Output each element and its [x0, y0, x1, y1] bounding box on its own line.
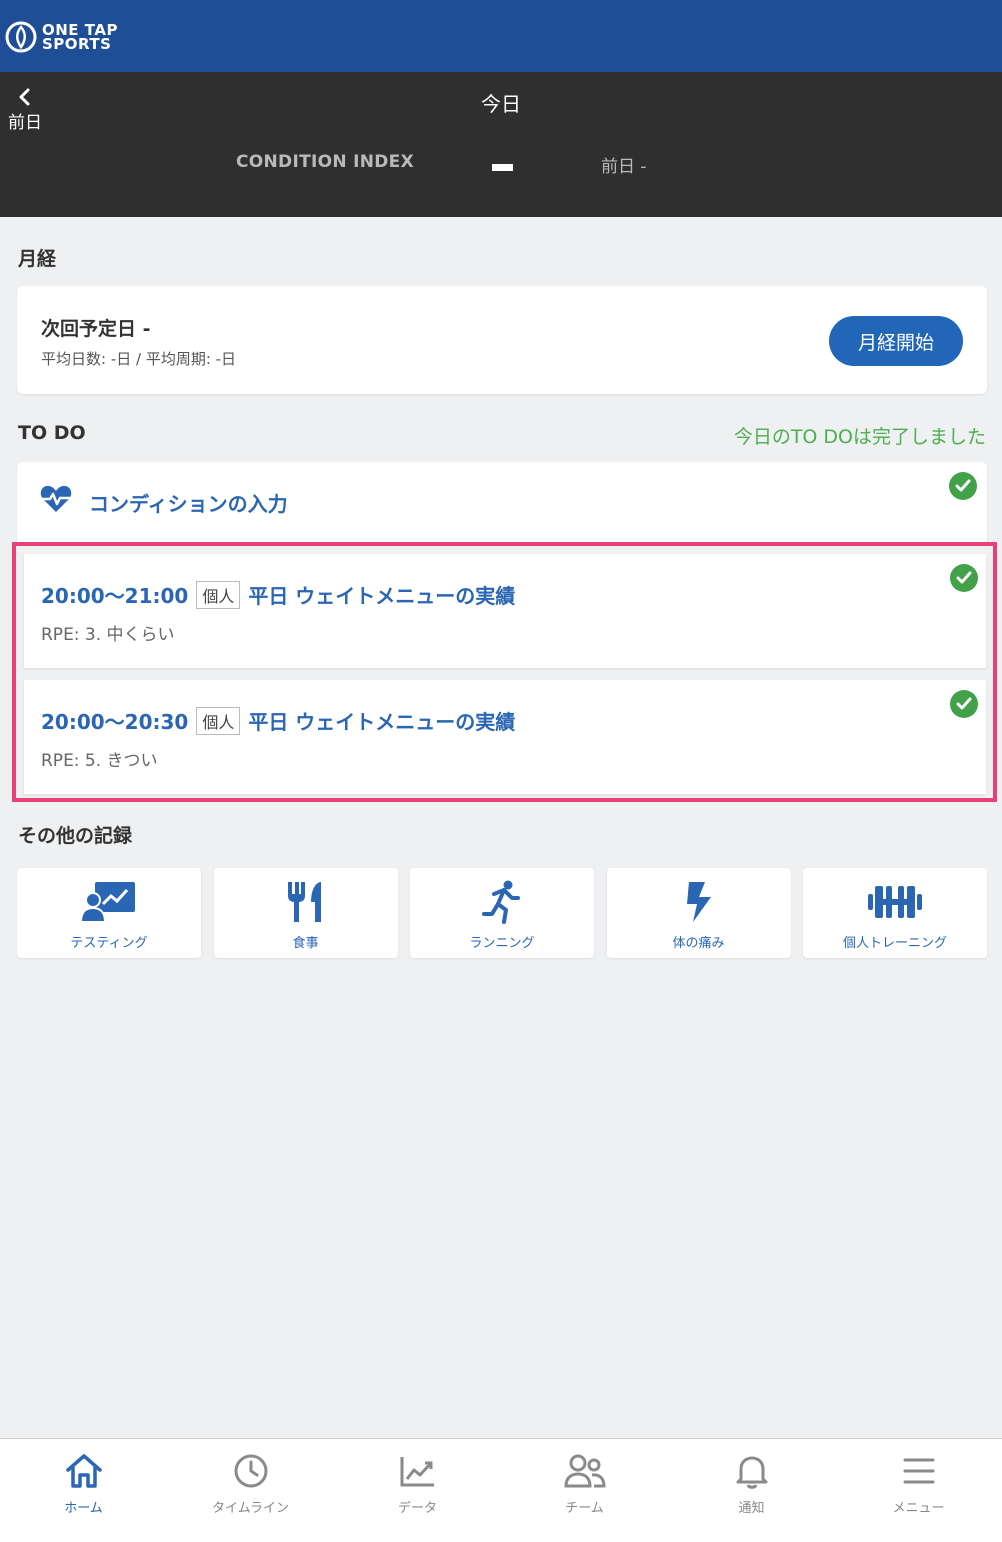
nav-home[interactable]: ホーム: [0, 1439, 167, 1542]
app-logo[interactable]: ONE TAP SPORTS: [4, 20, 118, 54]
bottom-nav: ホーム タイムライン データ チーム 通知 メニュー: [0, 1438, 1002, 1542]
record-tile-testing[interactable]: テスティング: [17, 868, 201, 958]
training-title-line: 20:00〜20:30 個人 平日 ウェイトメニューの実績: [41, 706, 515, 735]
todo-section-title: TO DO: [18, 422, 86, 444]
record-label: 個人トレーニング: [842, 936, 947, 951]
nav-label: メニュー: [892, 1501, 945, 1516]
condition-input-label: コンディションの入力: [89, 492, 288, 516]
condition-index-label: CONDITION INDEX: [236, 152, 414, 172]
training-time: 20:00〜20:30: [41, 710, 189, 734]
dumbbell-icon: [868, 886, 922, 918]
check-circle-icon: [949, 472, 977, 500]
bell-icon: [736, 1456, 767, 1489]
chart-icon: [400, 1457, 434, 1487]
nav-menu[interactable]: メニュー: [835, 1439, 1002, 1542]
day-header: 前日 今日 CONDITION INDEX 前日 -: [0, 72, 1002, 217]
nav-label: ホーム: [64, 1501, 103, 1516]
day-title: 今日: [481, 92, 521, 116]
testing-icon: [81, 882, 135, 923]
pain-icon: [686, 882, 711, 922]
todo-done-message: 今日のTO DOは完了しました: [733, 426, 986, 448]
next-period-date: 次回予定日 -: [41, 318, 151, 340]
other-records-grid: テスティング 食事 ランニング 体の痛み 個人トレーニング: [17, 868, 987, 958]
nav-label: タイムライン: [211, 1501, 290, 1516]
condition-index-value: [492, 164, 513, 171]
training-name: 平日 ウェイトメニューの実績: [248, 710, 516, 734]
training-tag: 個人: [196, 580, 241, 609]
logo-icon: [5, 21, 37, 53]
heart-pulse-icon: [40, 485, 72, 512]
meal-icon: [287, 882, 321, 922]
record-label: ランニング: [469, 936, 535, 951]
training-item[interactable]: 20:00〜21:00 個人 平日 ウェイトメニューの実績 RPE: 3. 中く…: [24, 554, 986, 668]
nav-label: チーム: [565, 1501, 604, 1516]
logo-line-2: SPORTS: [42, 35, 112, 53]
nav-notifications[interactable]: 通知: [668, 1439, 835, 1542]
logo-text: ONE TAP SPORTS: [42, 23, 118, 53]
training-name: 平日 ウェイトメニューの実績: [248, 584, 516, 608]
app-topbar: ONE TAP SPORTS: [0, 0, 1002, 72]
other-records-section-title: その他の記録: [18, 825, 133, 847]
training-time: 20:00〜21:00: [41, 584, 189, 608]
nav-team[interactable]: チーム: [501, 1439, 668, 1542]
nav-timeline[interactable]: タイムライン: [167, 1439, 334, 1542]
menu-icon: [903, 1458, 934, 1484]
record-label: テスティング: [70, 936, 148, 951]
running-icon: [482, 880, 520, 924]
training-tag: 個人: [196, 706, 241, 735]
check-circle-icon: [950, 690, 978, 718]
menses-section-title: 月経: [18, 248, 57, 270]
home-icon: [65, 1454, 102, 1488]
menses-stats: 平均日数: -日 / 平均周期: -日: [41, 350, 237, 368]
condition-index-previous: 前日 -: [601, 157, 647, 177]
record-label: 食事: [292, 936, 319, 951]
condition-input-item[interactable]: コンディションの入力: [17, 462, 987, 542]
training-item[interactable]: 20:00〜20:30 個人 平日 ウェイトメニューの実績 RPE: 5. きつ…: [24, 680, 986, 794]
clock-icon: [234, 1454, 267, 1488]
menses-start-button[interactable]: 月経開始: [829, 316, 963, 366]
menses-card: 次回予定日 - 平均日数: -日 / 平均周期: -日 月経開始: [17, 286, 987, 394]
nav-data[interactable]: データ: [334, 1439, 501, 1542]
training-rpe: RPE: 5. きつい: [41, 751, 158, 771]
team-icon: [563, 1454, 606, 1488]
training-rpe: RPE: 3. 中くらい: [41, 625, 175, 645]
record-label: 体の痛み: [672, 936, 725, 951]
nav-label: 通知: [738, 1501, 765, 1516]
record-tile-training[interactable]: 個人トレーニング: [803, 868, 987, 958]
record-tile-pain[interactable]: 体の痛み: [606, 868, 791, 958]
record-tile-meal[interactable]: 食事: [213, 868, 398, 958]
record-tile-running[interactable]: ランニング: [410, 868, 594, 958]
training-title-line: 20:00〜21:00 個人 平日 ウェイトメニューの実績: [41, 580, 515, 609]
nav-label: データ: [397, 1501, 437, 1516]
check-circle-icon: [950, 564, 978, 592]
